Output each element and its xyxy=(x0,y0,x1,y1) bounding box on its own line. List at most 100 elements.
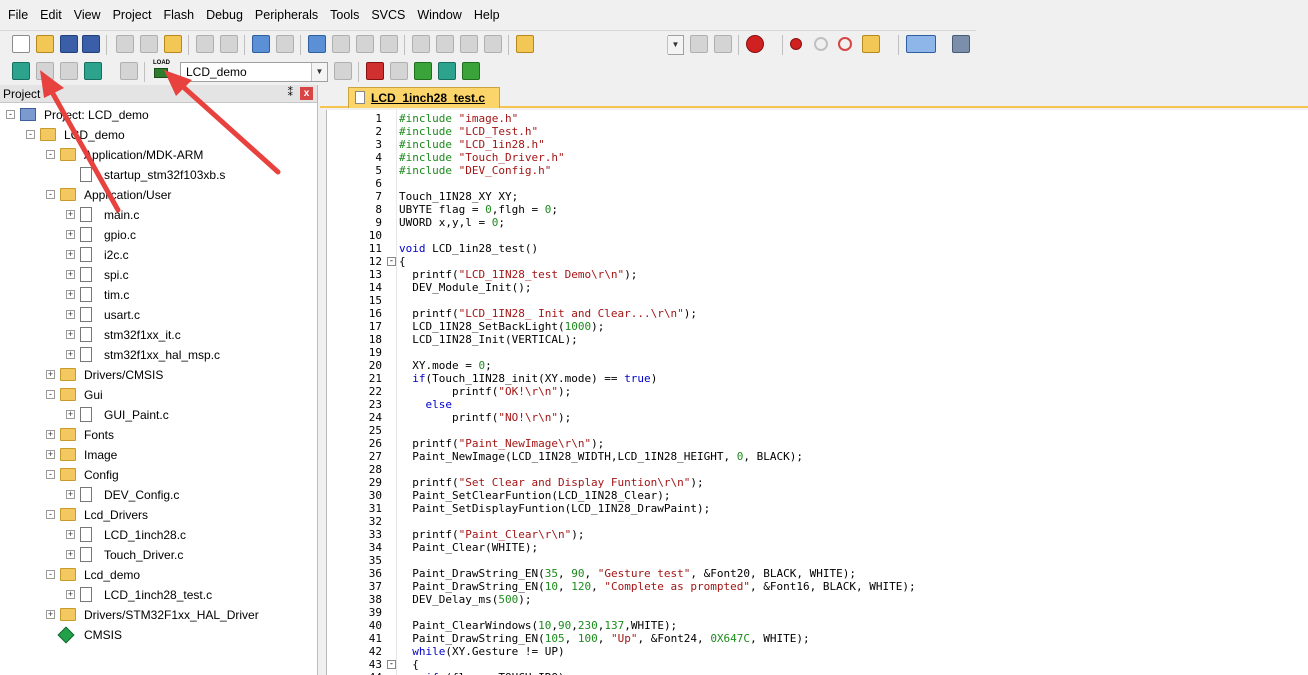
pin-icon[interactable]: ⁑ xyxy=(288,86,294,99)
breakpoint-icon[interactable] xyxy=(790,38,802,50)
collapse-icon[interactable]: - xyxy=(46,150,55,159)
translate-icon[interactable] xyxy=(12,62,30,80)
tree-item[interactable]: + Drivers/CMSIS xyxy=(0,365,316,385)
expand-icon[interactable]: + xyxy=(66,590,75,599)
collapse-icon[interactable]: - xyxy=(46,470,55,479)
expand-icon[interactable]: + xyxy=(46,610,55,619)
tree-item[interactable]: + Drivers/STM32F1xx_HAL_Driver xyxy=(0,605,316,625)
menu-window[interactable]: Window xyxy=(411,0,467,30)
fold-toggle-icon[interactable]: - xyxy=(387,257,396,266)
collapse-icon[interactable]: - xyxy=(46,570,55,579)
copy-icon[interactable] xyxy=(140,35,158,53)
menu-tools[interactable]: Tools xyxy=(324,0,365,30)
tree-item[interactable]: - Lcd_demo xyxy=(0,565,316,585)
tab-lcd-1inch28-test[interactable]: LCD_1inch28_test.c xyxy=(348,87,500,108)
next-bookmark-icon[interactable] xyxy=(356,35,374,53)
collapse-icon[interactable]: - xyxy=(46,510,55,519)
tree-item[interactable]: + stm32f1xx_it.c xyxy=(0,325,316,345)
menu-view[interactable]: View xyxy=(68,0,107,30)
tree-item[interactable]: + LCD_1inch28.c xyxy=(0,525,316,545)
select-packs-icon[interactable] xyxy=(390,62,408,80)
tree-item[interactable]: + stm32f1xx_hal_msp.c xyxy=(0,345,316,365)
component-icon[interactable] xyxy=(462,62,480,80)
menu-debug[interactable]: Debug xyxy=(200,0,249,30)
expand-icon[interactable]: + xyxy=(46,430,55,439)
batch-build-icon[interactable] xyxy=(84,62,102,80)
expand-icon[interactable]: + xyxy=(66,550,75,559)
expand-icon[interactable]: + xyxy=(66,330,75,339)
comment-icon[interactable] xyxy=(460,35,478,53)
bookmark-icon[interactable] xyxy=(308,35,326,53)
tree-item[interactable]: - Config xyxy=(0,465,316,485)
find-in-files-icon[interactable] xyxy=(516,35,534,53)
tree-item[interactable]: + tim.c xyxy=(0,285,316,305)
uncomment-icon[interactable] xyxy=(484,35,502,53)
tree-item[interactable]: + usart.c xyxy=(0,305,316,325)
kill-breakpoints-icon[interactable] xyxy=(862,35,880,53)
manage-run-time-env-icon[interactable] xyxy=(414,62,432,80)
tree-item[interactable]: startup_stm32f103xb.s xyxy=(0,165,316,185)
find-icon[interactable] xyxy=(690,35,708,53)
expand-icon[interactable]: + xyxy=(66,210,75,219)
indent-icon[interactable] xyxy=(412,35,430,53)
tree-item[interactable]: + gpio.c xyxy=(0,225,316,245)
debug-session-icon[interactable] xyxy=(746,35,764,53)
tree-item[interactable]: + DEV_Config.c xyxy=(0,485,316,505)
tree-item[interactable]: + LCD_1inch28_test.c xyxy=(0,585,316,605)
expand-icon[interactable]: + xyxy=(66,310,75,319)
pack-installer-icon[interactable] xyxy=(438,62,456,80)
expand-icon[interactable]: + xyxy=(66,350,75,359)
expand-icon[interactable]: + xyxy=(66,230,75,239)
menu-project[interactable]: Project xyxy=(107,0,158,30)
collapse-icon[interactable]: - xyxy=(6,110,15,119)
tree-item[interactable]: CMSIS xyxy=(0,625,316,645)
target-select[interactable]: LCD_demo ▼ xyxy=(180,62,328,82)
cut-icon[interactable] xyxy=(116,35,134,53)
rebuild-icon[interactable] xyxy=(60,62,78,80)
stop-build-icon[interactable] xyxy=(120,62,138,80)
undo-icon[interactable] xyxy=(196,35,214,53)
tree-item[interactable]: + Touch_Driver.c xyxy=(0,545,316,565)
tree-item[interactable]: + i2c.c xyxy=(0,245,316,265)
clear-bookmarks-icon[interactable] xyxy=(380,35,398,53)
menu-edit[interactable]: Edit xyxy=(34,0,68,30)
expand-icon[interactable]: + xyxy=(66,490,75,499)
save-all-icon[interactable] xyxy=(82,35,100,53)
tree-item[interactable]: - Gui xyxy=(0,385,316,405)
disable-all-breakpoints-icon[interactable] xyxy=(838,37,852,51)
load-download-button[interactable]: LOAD xyxy=(152,60,172,80)
menu-peripherals[interactable]: Peripherals xyxy=(249,0,324,30)
save-icon[interactable] xyxy=(60,35,78,53)
incremental-find-icon[interactable] xyxy=(714,35,732,53)
tree-item[interactable]: - LCD_demo xyxy=(0,125,316,145)
tree-item[interactable]: + Fonts xyxy=(0,425,316,445)
expand-icon[interactable]: + xyxy=(46,370,55,379)
menu-svcs[interactable]: SVCS xyxy=(365,0,411,30)
redo-icon[interactable] xyxy=(220,35,238,53)
expand-icon[interactable]: + xyxy=(46,450,55,459)
tree-item[interactable]: + Image xyxy=(0,445,316,465)
expand-icon[interactable]: + xyxy=(66,290,75,299)
expand-icon[interactable]: + xyxy=(66,270,75,279)
open-file-icon[interactable] xyxy=(36,35,54,53)
configure-icon[interactable] xyxy=(952,35,970,53)
collapse-icon[interactable]: - xyxy=(26,130,35,139)
menu-flash[interactable]: Flash xyxy=(157,0,200,30)
collapse-icon[interactable]: - xyxy=(46,390,55,399)
find-dropdown[interactable]: ▼ xyxy=(667,35,684,55)
expand-icon[interactable]: + xyxy=(66,410,75,419)
menu-file[interactable]: File xyxy=(2,0,34,30)
tree-item[interactable]: - Project: LCD_demo xyxy=(0,105,316,125)
new-file-icon[interactable] xyxy=(12,35,30,53)
manage-project-items-icon[interactable] xyxy=(366,62,384,80)
nav-back-icon[interactable] xyxy=(252,35,270,53)
nav-forward-icon[interactable] xyxy=(276,35,294,53)
tree-item[interactable]: + spi.c xyxy=(0,265,316,285)
paste-icon[interactable] xyxy=(164,35,182,53)
unindent-icon[interactable] xyxy=(436,35,454,53)
menu-help[interactable]: Help xyxy=(468,0,506,30)
code-editor[interactable]: 1 #include "image.h" 2 #include "LCD_Test.h… xyxy=(326,110,1308,675)
build-icon[interactable] xyxy=(36,62,54,80)
close-icon[interactable]: x xyxy=(300,87,313,100)
tree-item[interactable]: - Application/MDK-ARM xyxy=(0,145,316,165)
